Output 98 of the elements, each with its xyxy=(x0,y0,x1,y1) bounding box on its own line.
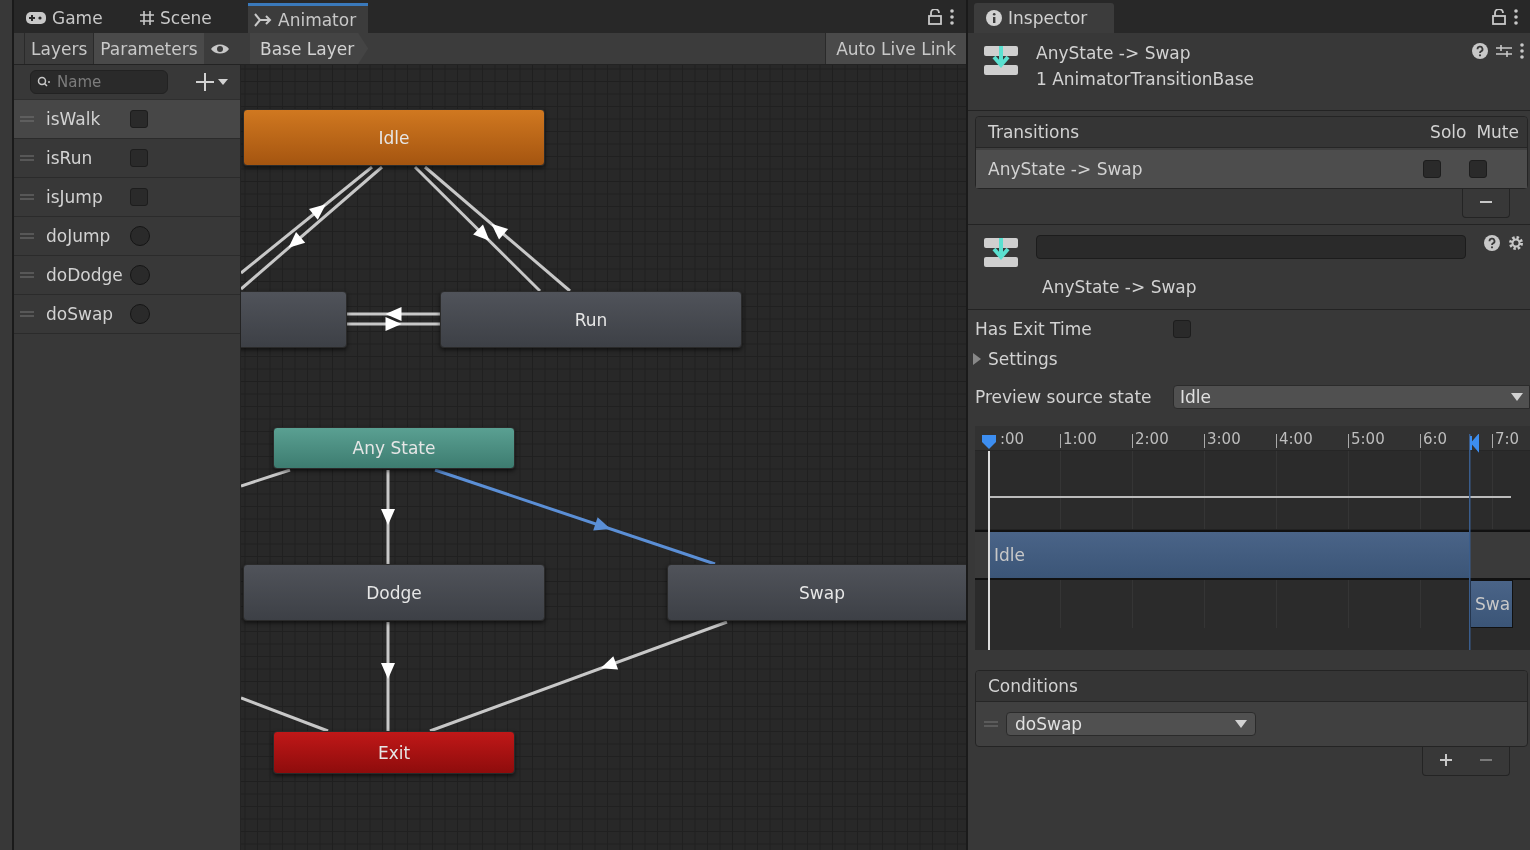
transition-label: AnyState -> Swap xyxy=(1042,277,1198,297)
lock-icon[interactable] xyxy=(928,8,942,25)
time-label: :00 xyxy=(999,434,1026,448)
trigger-toggle[interactable] xyxy=(130,226,150,246)
parameter-row[interactable]: doSwap xyxy=(14,295,240,334)
transition-arrow[interactable] xyxy=(429,620,728,733)
clip-bar[interactable]: Idle xyxy=(988,532,1470,578)
checkbox[interactable] xyxy=(1469,160,1487,178)
more-icon[interactable] xyxy=(1514,8,1518,25)
window-tab[interactable]: Game xyxy=(20,3,132,33)
state-node[interactable]: Run xyxy=(440,291,742,348)
parameter-row[interactable]: isJump xyxy=(14,178,240,217)
parameter-row[interactable]: isWalk xyxy=(14,100,240,139)
inspector-tab[interactable]: Inspector xyxy=(974,3,1114,33)
transition-arrow[interactable] xyxy=(381,470,395,564)
drag-handle-icon[interactable] xyxy=(984,721,998,727)
transition-arrow[interactable] xyxy=(241,165,373,275)
state-node[interactable] xyxy=(241,291,347,348)
parameter-row[interactable]: doJump xyxy=(14,217,240,256)
auto-live-link-button[interactable]: Auto Live Link xyxy=(825,33,966,64)
caret-icon xyxy=(1511,393,1523,401)
list-header: Conditions xyxy=(988,676,1078,696)
condition-dropdown[interactable]: doSwap xyxy=(1006,712,1256,736)
more-icon[interactable] xyxy=(950,8,954,25)
time-label: 5:00 xyxy=(1348,434,1420,448)
panel-tab[interactable]: Parameters xyxy=(93,33,204,64)
drag-handle-icon[interactable] xyxy=(20,155,34,161)
gamepad-icon xyxy=(26,12,46,24)
add-button[interactable] xyxy=(196,73,228,91)
field-label: Has Exit Time xyxy=(975,319,1093,339)
settings-icon[interactable] xyxy=(1508,235,1524,251)
object-type: 1 AnimatorTransitionBase xyxy=(1036,69,1255,89)
transition-arrow[interactable] xyxy=(347,317,440,331)
help-icon[interactable] xyxy=(1472,43,1488,59)
checkbox[interactable] xyxy=(1173,320,1191,338)
checkbox[interactable] xyxy=(130,149,148,167)
parameter-row[interactable]: doDodge xyxy=(14,256,240,295)
time-label: 4:00 xyxy=(1276,434,1348,448)
list-header: Transitions xyxy=(988,122,1081,142)
state-node[interactable]: Dodge xyxy=(243,564,545,621)
state-node[interactable]: Idle xyxy=(243,109,545,166)
parameter-name: isJump xyxy=(46,187,104,207)
info-icon xyxy=(986,10,1002,26)
column-header: Solo xyxy=(1430,122,1467,142)
drag-handle-icon[interactable] xyxy=(20,272,34,278)
eye-icon[interactable] xyxy=(209,42,230,55)
transition-timeline[interactable]: :00 1:00 2:00 3:00 4:00 5:00 6:0 7:0 Idle Swa xyxy=(975,426,1530,650)
dropdown[interactable]: Idle xyxy=(1173,385,1530,409)
parameter-name: doDodge xyxy=(46,265,124,285)
sliders-icon[interactable] xyxy=(1496,43,1512,59)
field-label: Preview source state xyxy=(975,387,1153,407)
transition-arrow[interactable] xyxy=(241,165,383,291)
window-tab[interactable]: Scene xyxy=(134,3,246,33)
transition-row[interactable]: AnyState -> Swap xyxy=(976,150,1527,188)
transition-arrow[interactable] xyxy=(413,165,542,293)
time-label: 1:00 xyxy=(1060,434,1132,448)
lock-icon[interactable] xyxy=(1492,8,1506,25)
transition-arrow[interactable] xyxy=(381,622,395,731)
checkbox[interactable] xyxy=(130,110,148,128)
window-tab[interactable]: Animator xyxy=(248,3,369,33)
parameter-row[interactable]: isRun xyxy=(14,139,240,178)
time-label: 3:00 xyxy=(1204,434,1276,448)
search-icon xyxy=(37,76,51,88)
object-title: AnyState -> Swap xyxy=(1036,43,1192,63)
parameter-name: doJump xyxy=(46,226,112,246)
transition-icon xyxy=(984,43,1018,77)
name-field[interactable] xyxy=(1036,235,1466,259)
transition-icon xyxy=(984,235,1018,269)
state-node[interactable]: Exit xyxy=(273,731,515,774)
grid-icon xyxy=(140,11,154,25)
drag-handle-icon[interactable] xyxy=(20,311,34,317)
column-header: Mute xyxy=(1476,122,1519,142)
transition-arrow[interactable] xyxy=(424,165,571,293)
time-label: 7:0 xyxy=(1492,434,1530,448)
more-icon[interactable] xyxy=(1520,43,1524,59)
time-label: 2:00 xyxy=(1132,434,1204,448)
breadcrumb[interactable]: Base Layer xyxy=(250,33,369,64)
parameter-name: isWalk xyxy=(46,109,102,129)
caret-icon xyxy=(1235,720,1247,728)
caret-icon xyxy=(218,79,228,85)
search-field[interactable]: Name xyxy=(30,70,168,94)
settings-foldout[interactable]: Settings xyxy=(972,349,1058,369)
drag-handle-icon[interactable] xyxy=(20,233,34,239)
transition-name: AnyState -> Swap xyxy=(988,159,1144,179)
parameter-name: isRun xyxy=(46,148,94,168)
trigger-toggle[interactable] xyxy=(130,265,150,285)
checkbox[interactable] xyxy=(130,188,148,206)
clip-bar[interactable]: Swa xyxy=(1470,580,1513,628)
drag-handle-icon[interactable] xyxy=(20,194,34,200)
state-node[interactable]: Swap xyxy=(667,564,966,621)
parameter-name: doSwap xyxy=(46,304,115,324)
help-icon[interactable] xyxy=(1484,235,1500,251)
trigger-toggle[interactable] xyxy=(130,304,150,324)
transition-icon xyxy=(254,12,272,27)
transition-arrow[interactable] xyxy=(347,307,440,321)
checkbox[interactable] xyxy=(1423,160,1441,178)
triangle-icon xyxy=(972,353,982,365)
plus-icon xyxy=(1439,753,1453,767)
